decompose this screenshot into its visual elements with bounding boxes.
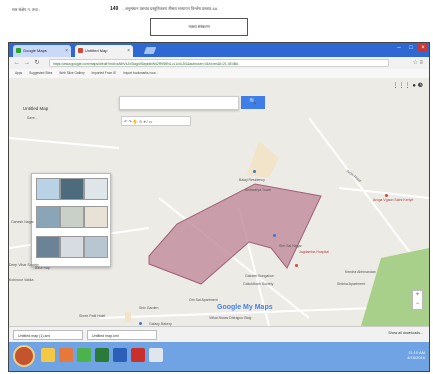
map-subtitle: Save... [27, 116, 38, 120]
map-canvas[interactable]: 🔍 ↶ ↷ ✋ ⊙ ⌖ ∕ ▭ Untitled Map Save... Bas… [9, 78, 429, 326]
maps-favicon-icon [16, 48, 21, 53]
place-label: Shree Patil Hotel [79, 314, 106, 318]
system-tray: 11:10 AM 4/15/2016 [407, 350, 425, 360]
account-area[interactable]: ⋮⋮⋮ ● ❸ [393, 82, 423, 89]
map-title[interactable]: Untitled Map [23, 106, 48, 111]
tab-strip: Google Maps × Untitled Map × – □ × [9, 43, 429, 57]
new-tab-button[interactable] [143, 47, 157, 54]
zoom-control[interactable]: + − [412, 290, 423, 310]
basemap-atlas-thumb[interactable] [84, 236, 108, 258]
building-block [125, 312, 131, 322]
powerpoint-icon[interactable] [131, 348, 145, 362]
place-label: Balaji Residency [239, 178, 265, 182]
header-title: 149- अनुसंधान प्रस्ताव प्रस्तुतिकरण तीसर… [110, 6, 217, 12]
basemap-map-thumb[interactable] [36, 178, 60, 200]
explorer-icon[interactable] [41, 348, 55, 362]
tab-label: Google Maps [23, 48, 47, 53]
bookmark-import-now[interactable]: Import bookmarks now... [123, 71, 158, 75]
close-tab-icon[interactable]: × [65, 45, 68, 57]
road-east [338, 187, 429, 199]
place-label: Shri Sai Nagar [279, 244, 302, 248]
maximize-icon[interactable]: □ [406, 44, 416, 52]
basemap-light-thumb[interactable] [36, 206, 60, 228]
place-label: Om Sai Apartment [189, 298, 218, 302]
paint-icon[interactable] [149, 348, 163, 362]
poi-marker-icon[interactable] [273, 234, 276, 237]
place-label: Deep Vihar Society [9, 263, 39, 267]
place-label: Aishwarya Tower [245, 188, 272, 192]
start-button[interactable] [13, 345, 35, 367]
bookmark-apps[interactable]: Apps [15, 71, 22, 75]
place-label: Kohinoor Vatika [9, 278, 34, 282]
bookmark-suggested[interactable]: Suggested Sites [29, 71, 52, 75]
close-window-icon[interactable]: × [418, 44, 428, 52]
mymaps-favicon-icon [78, 48, 83, 53]
road-nw [9, 137, 120, 149]
close-tab-icon[interactable]: × [127, 45, 130, 57]
poi-marker-icon[interactable] [253, 170, 256, 173]
poi-marker-icon[interactable] [139, 322, 142, 325]
poi-marker-icon[interactable] [295, 264, 298, 267]
place-label: Ganesh Nagar [11, 220, 34, 224]
header-title-text: - अनुसंधान प्रस्ताव प्रस्तुतिकरण तीसरा स… [122, 6, 218, 11]
place-label: Shiv Garden [139, 306, 159, 310]
page-number: 149 [110, 6, 119, 12]
drawn-polygon [148, 183, 322, 285]
search-button[interactable]: 🔍 [241, 96, 265, 109]
tray-date: 4/15/2016 [407, 355, 425, 360]
place-label: Jagdamba Hospital [299, 250, 329, 254]
chrome-icon[interactable] [77, 348, 91, 362]
figure-label-box: नक्शा संस्करण [150, 18, 248, 36]
back-icon[interactable]: ← [13, 59, 21, 67]
basemap-satellite-thumb[interactable] [60, 178, 84, 200]
basemap-mono-thumb[interactable] [60, 206, 84, 228]
forward-icon[interactable]: → [23, 59, 31, 67]
place-label: Gokuldham Society [243, 282, 274, 286]
window-controls: – □ × [391, 43, 429, 53]
menu-icon[interactable]: ☆ ≡ [412, 59, 423, 66]
place-label: Aroga Vgaon Saint Kenye [373, 198, 414, 202]
tab-untitled-map[interactable]: Untitled Map × [75, 45, 133, 57]
reload-icon[interactable]: ↻ [33, 59, 41, 67]
basemap-simple-thumb[interactable] [84, 206, 108, 228]
basemap-dark-thumb[interactable] [36, 236, 60, 258]
bookmark-imported[interactable]: Imported From IE [91, 71, 116, 75]
basemap-whitewater-thumb[interactable] [60, 236, 84, 258]
place-label: Gatubel Bungalow [245, 274, 274, 278]
url-field[interactable]: https://www.google.com/maps/d/edit?mid=z… [49, 59, 389, 67]
basemap-gallery[interactable] [31, 173, 111, 267]
campus-area [247, 141, 279, 178]
tab-label: Untitled Map [85, 48, 108, 53]
place-label: Shibha Apartment [337, 282, 365, 286]
download-item[interactable]: Untitled map.kml [87, 330, 157, 340]
bookmark-webslice[interactable]: Web Slice Gallery [59, 71, 84, 75]
browser-window: Google Maps × Untitled Map × – □ × ← → ↻… [8, 42, 430, 372]
place-label: Kendra Abhinandan [345, 270, 376, 274]
download-item[interactable]: Untitled map (1).kml [13, 330, 83, 340]
windows-taskbar: 11:10 AM 4/15/2016 [9, 342, 429, 371]
downloads-bar: Untitled map (1).kml Untitled map.kml Sh… [9, 326, 429, 343]
minimize-icon[interactable]: – [394, 44, 404, 52]
document-header: सार संक्षेप न. तथा : 149- अनुसंधान प्रस्… [8, 4, 428, 16]
media-icon[interactable] [59, 348, 73, 362]
drawing-toolbar[interactable]: ↶ ↷ ✋ ⊙ ⌖ ∕ ▭ [121, 116, 191, 126]
header-left-text: सार संक्षेप न. तथा : [12, 7, 40, 12]
search-input[interactable] [119, 96, 239, 110]
excel-icon[interactable] [95, 348, 109, 362]
tab-google-maps[interactable]: Google Maps × [13, 45, 71, 57]
poi-marker-icon[interactable] [385, 194, 388, 197]
show-all-downloads-link[interactable]: Show all downloads... [388, 331, 423, 335]
word-icon[interactable] [113, 348, 127, 362]
basemap-terrain-thumb[interactable] [84, 178, 108, 200]
place-label: Vithai Niwas Dhirajpur Bldg [209, 316, 252, 320]
google-mymaps-logo: Google My Maps [217, 304, 273, 311]
park-area [361, 248, 429, 326]
